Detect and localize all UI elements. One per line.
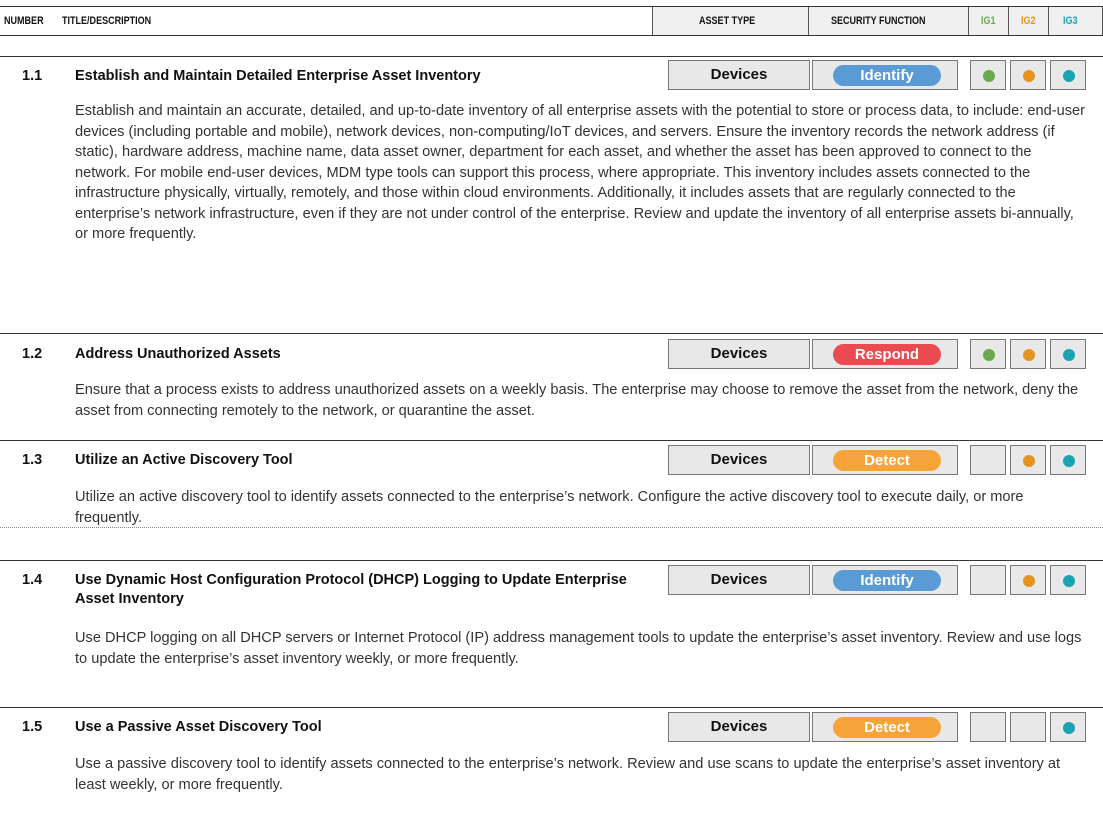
ig3-cell [1050, 712, 1086, 742]
row-divider [0, 527, 1103, 528]
control-description: Use a passive discovery tool to identify… [75, 756, 1061, 793]
ig1-cell [970, 60, 1006, 90]
header-ig2-cell: IG2 [1008, 7, 1048, 35]
control-description: Ensure that a process exists to address … [75, 382, 1079, 419]
ig3-dot-icon [1063, 349, 1075, 361]
header-ig3-cell: IG3 [1048, 7, 1103, 35]
control-number: 1.1 [22, 68, 43, 84]
ig3-cell [1050, 565, 1086, 595]
ig2-cell [1010, 712, 1046, 742]
control-description: Utilize an active discovery tool to iden… [75, 489, 1024, 526]
security-function-cell: Detect [812, 712, 958, 742]
function-pill-detect: Detect [833, 450, 941, 471]
row-divider [0, 707, 1103, 708]
row-divider [0, 560, 1103, 561]
ig2-cell [1010, 60, 1046, 90]
ig1-dot-icon [983, 349, 995, 361]
asset-type-cell: Devices [668, 712, 810, 742]
ig2-dot-icon [1023, 575, 1035, 587]
header-asset-type-cell: ASSET TYPE [652, 7, 808, 35]
ig3-cell [1050, 60, 1086, 90]
asset-type-cell: Devices [668, 565, 810, 595]
function-pill-identify: Identify [833, 65, 941, 86]
header-ig3: IG3 [1063, 15, 1078, 27]
control-title: Utilize an Active Discovery Tool [75, 452, 293, 468]
control-number: 1.2 [22, 346, 43, 362]
header-number: NUMBER [4, 15, 44, 27]
ig1-cell [970, 565, 1006, 595]
asset-type-cell: Devices [668, 445, 810, 475]
ig3-dot-icon [1063, 575, 1075, 587]
ig3-dot-icon [1063, 70, 1075, 82]
function-pill-detect: Detect [833, 717, 941, 738]
function-pill-identify: Identify [833, 570, 941, 591]
security-function-cell: Detect [812, 445, 958, 475]
asset-type-cell: Devices [668, 60, 810, 90]
ig3-dot-icon [1063, 722, 1075, 734]
ig3-cell [1050, 445, 1086, 475]
ig2-dot-icon [1023, 455, 1035, 467]
control-number: 1.3 [22, 452, 43, 468]
ig2-dot-icon [1023, 349, 1035, 361]
ig1-cell [970, 339, 1006, 369]
ig2-dot-icon [1023, 70, 1035, 82]
header-ig2: IG2 [1021, 15, 1036, 27]
header-title: TITLE/DESCRIPTION [62, 15, 152, 27]
control-title: Establish and Maintain Detailed Enterpri… [75, 68, 481, 84]
control-number: 1.4 [22, 572, 43, 588]
header-asset-type: ASSET TYPE [699, 15, 756, 27]
control-title: Address Unauthorized Assets [75, 346, 281, 362]
control-title: Use Dynamic Host Configuration Protocol … [75, 572, 627, 607]
header-security-function: SECURITY FUNCTION [831, 15, 926, 27]
row-divider [0, 440, 1103, 441]
ig3-cell [1050, 339, 1086, 369]
row-divider [0, 333, 1103, 334]
ig1-cell [970, 445, 1006, 475]
ig2-cell [1010, 445, 1046, 475]
header-ig1-cell: IG1 [968, 7, 1008, 35]
ig2-cell [1010, 565, 1046, 595]
control-title: Use a Passive Asset Discovery Tool [75, 719, 322, 735]
ig2-cell [1010, 339, 1046, 369]
function-pill-respond: Respond [833, 344, 941, 365]
security-function-cell: Respond [812, 339, 958, 369]
asset-type-cell: Devices [668, 339, 810, 369]
control-description: Establish and maintain an accurate, deta… [75, 103, 1085, 242]
ig3-dot-icon [1063, 455, 1075, 467]
security-function-cell: Identify [812, 565, 958, 595]
security-function-cell: Identify [812, 60, 958, 90]
header-security-function-cell: SECURITY FUNCTION [808, 7, 968, 35]
row-divider [0, 56, 1103, 57]
header-ig1: IG1 [981, 15, 996, 27]
ig1-dot-icon [983, 70, 995, 82]
control-description: Use DHCP logging on all DHCP servers or … [75, 630, 1082, 667]
table-header: NUMBER TITLE/DESCRIPTION ASSET TYPE SECU… [0, 6, 1103, 36]
ig1-cell [970, 712, 1006, 742]
control-number: 1.5 [22, 719, 43, 735]
